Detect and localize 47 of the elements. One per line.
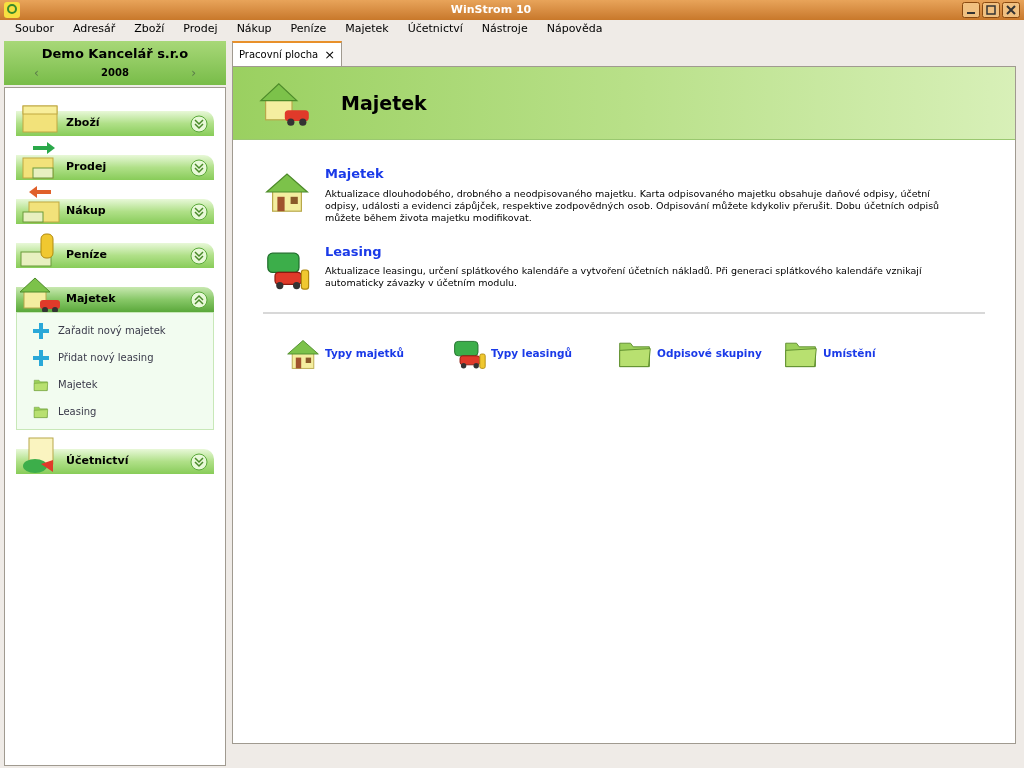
app-logo-icon (4, 2, 20, 18)
window-title: WinStrom 10 (450, 1, 532, 18)
menu-item[interactable]: Nápověda (546, 20, 603, 38)
menu-item[interactable]: Prodej (183, 20, 218, 38)
section-title: Majetek (66, 291, 117, 308)
tab[interactable]: Pracovní plocha × (232, 41, 343, 66)
section-title: Zboží (66, 115, 101, 132)
module-link[interactable]: Leasing (325, 241, 965, 261)
expand-icon[interactable] (190, 452, 208, 471)
menu-item[interactable]: Zboží (134, 20, 165, 38)
section-title: Nákup (66, 203, 107, 220)
module-description: Aktualizace dlouhodobého, drobného a neodpisovaného majetku. Karta odpisovaného majetku obsahuje daňové odpisy, účetní odpisy, události a evidenci zápůjček, respektive zodpovědných osob. Odpisování můžete kdykoliv přerušit. Dobu účetních odpisů můžete během života majetku modifikovat. (325, 187, 941, 224)
link-item[interactable]: Typy leasingů (451, 335, 617, 372)
expand-icon[interactable] (190, 114, 208, 133)
sidebar-item[interactable]: Přidat nový leasing (17, 344, 213, 371)
expand-icon[interactable] (190, 246, 208, 265)
menu-item[interactable]: Nástroje (481, 20, 528, 38)
module-link[interactable]: Majetek (325, 164, 965, 184)
box-arrow-icon (19, 185, 63, 226)
minimize-icon[interactable] (962, 2, 980, 18)
link-item[interactable]: Umístění (783, 335, 949, 372)
module-description: Aktualizace leasingu, určení splátkového kalendáře a vytvoření účetních nákladů. Při generaci splátkového kalendáře vznikají automaticky závazky v účetním modulu. (325, 265, 923, 289)
section-title: Peníze (66, 247, 108, 264)
menu-item[interactable]: Soubor (15, 20, 54, 38)
maximize-icon[interactable] (982, 2, 1000, 18)
section-title: Prodej (66, 159, 108, 176)
sidebar-item[interactable]: Majetek (17, 371, 213, 398)
section-title: Účetnictví (66, 453, 130, 470)
plus-icon (33, 349, 49, 366)
close-icon[interactable] (1002, 2, 1020, 18)
menu-item[interactable]: Majetek (345, 20, 389, 38)
plus-icon (33, 322, 49, 339)
expand-icon[interactable] (190, 202, 208, 221)
company-name: Demo Kancelář s.r.o (41, 45, 189, 64)
year-label: 2008 (101, 66, 129, 81)
menu-item[interactable]: Peníze (290, 20, 327, 38)
sidebar-item[interactable]: Zařadit nový majetek (17, 317, 213, 344)
sidebar-item[interactable]: Leasing (17, 398, 213, 425)
collapse-icon[interactable] (190, 290, 208, 309)
menu-item[interactable]: Účetnictví (407, 20, 463, 38)
banner-title: Majetek (341, 90, 427, 116)
menu-item[interactable]: Adresář (72, 20, 116, 38)
expand-icon[interactable] (190, 158, 208, 177)
close-tab-button[interactable]: × (324, 48, 336, 61)
link-item[interactable]: Odpisové skupiny (617, 335, 783, 372)
menu-item[interactable]: Nákup (236, 20, 272, 38)
link-item[interactable]: Typy majetků (285, 335, 451, 372)
